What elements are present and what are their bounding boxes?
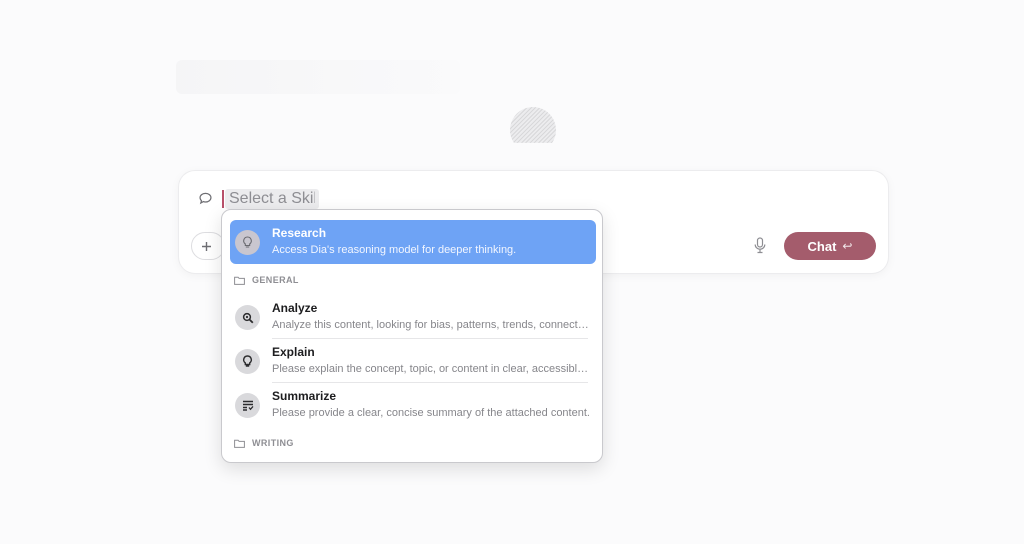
skill-item-title: Explain [272, 345, 315, 359]
chat-submit-button[interactable]: Chat ↩ [784, 232, 876, 260]
skill-item-title: Summarize [272, 389, 337, 403]
skill-dropdown: Research Access Dia's reasoning model fo… [221, 209, 603, 463]
summary-list-icon [235, 393, 260, 418]
section-label: WRITING [252, 438, 294, 448]
magnifier-icon [235, 305, 260, 330]
skill-item-title: Research [272, 226, 327, 240]
skill-item-explain[interactable]: Explain Please explain the concept, topi… [230, 339, 596, 383]
return-icon: ↩ [842, 239, 853, 253]
folder-icon [234, 439, 245, 448]
skill-item-title: Analyze [272, 301, 318, 315]
chat-bubble-icon [199, 192, 212, 205]
avatar [510, 107, 556, 143]
section-header-writing: WRITING [234, 436, 294, 450]
lightbulb-icon [235, 230, 260, 255]
folder-icon [234, 276, 245, 285]
add-button[interactable] [191, 232, 225, 260]
skill-item-description: Access Dia's reasoning model for deeper … [272, 244, 517, 256]
skill-item-research[interactable]: Research Access Dia's reasoning model fo… [230, 220, 596, 264]
app-page: Chat ↩ Research Access Dia's reasoning m… [0, 0, 1024, 544]
skill-item-summarize[interactable]: Summarize Please provide a clear, concis… [230, 383, 596, 427]
skill-item-description: Please provide a clear, concise summary … [272, 407, 590, 419]
background-heading [176, 60, 460, 94]
section-label: GENERAL [252, 275, 299, 285]
lightbulb-icon [235, 349, 260, 374]
section-header-general: GENERAL [234, 273, 299, 287]
skill-item-analyze[interactable]: Analyze Analyze this content, looking fo… [230, 295, 596, 339]
text-caret [222, 190, 224, 208]
plus-icon [202, 241, 211, 251]
chat-button-label: Chat [807, 238, 837, 254]
microphone-icon[interactable] [753, 237, 767, 254]
skill-item-description: Analyze this content, looking for bias, … [272, 319, 590, 331]
skill-search-input[interactable] [225, 189, 319, 209]
skill-item-description: Please explain the concept, topic, or co… [272, 363, 590, 375]
